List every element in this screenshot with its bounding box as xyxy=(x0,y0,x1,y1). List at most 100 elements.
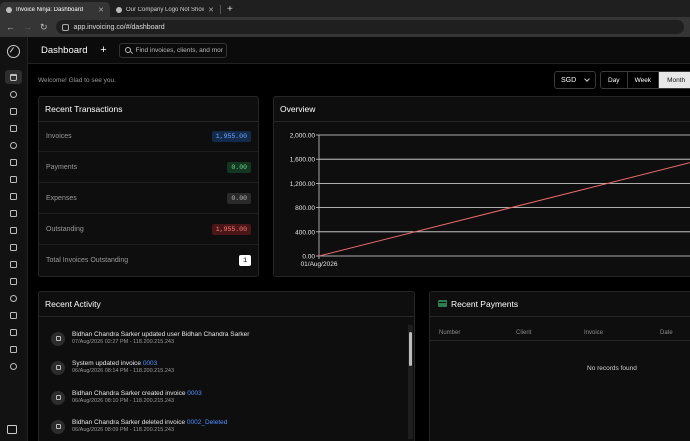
search-input[interactable] xyxy=(135,46,224,54)
activity-text: System updated invoice 0003 xyxy=(72,360,158,367)
empty-state-text: No records found xyxy=(587,365,637,372)
edit-icon xyxy=(10,345,17,353)
y-tick-label: 2,000.00 xyxy=(290,133,316,140)
purchase-order-icon xyxy=(10,260,17,268)
divider xyxy=(430,316,690,317)
payment-icon xyxy=(438,300,447,307)
back-icon[interactable]: ← xyxy=(6,22,15,32)
sidebar-item-documents[interactable] xyxy=(5,342,22,356)
app-sidebar xyxy=(0,37,28,441)
activity-scrollbar-thumb[interactable] xyxy=(409,332,412,366)
activity-icon xyxy=(51,331,65,346)
card-title: Overview xyxy=(280,104,316,114)
address-bar[interactable]: app.invoicing.co/#/dashboard xyxy=(55,20,684,34)
recent-activity-card: Recent Activity Bidhan Chandra Sarker up… xyxy=(38,291,415,441)
home-icon xyxy=(10,73,17,81)
add-button[interactable]: + xyxy=(96,43,110,57)
favicon-icon xyxy=(116,6,122,13)
sidebar-item-vendors[interactable] xyxy=(5,240,22,254)
clipboard-icon xyxy=(10,226,17,234)
activity-item: Bidhan Chandra Sarker created invoice 00… xyxy=(51,384,202,411)
card-title: Recent Transactions xyxy=(45,104,123,114)
currency-select[interactable]: SGD xyxy=(554,71,596,89)
y-tick-label: 1,200.00 xyxy=(290,181,316,188)
period-toggle: Day Week Month xyxy=(600,71,690,89)
sidebar-item-recurring-expenses[interactable] xyxy=(5,291,22,305)
sidebar-item-clients[interactable] xyxy=(5,87,22,101)
users-icon xyxy=(10,90,17,98)
column-header-client[interactable]: Client xyxy=(516,330,531,336)
app-logo-icon[interactable] xyxy=(7,45,20,58)
card-title: Recent Payments xyxy=(451,299,519,309)
transaction-row-expenses: Expenses 0.00 xyxy=(39,183,258,214)
column-header-number[interactable]: Number xyxy=(439,330,460,336)
activity-text: Bidhan Chandra Sarker updated user Bidha… xyxy=(72,331,250,338)
chart-icon xyxy=(10,328,17,336)
activity-text: Bidhan Chandra Sarker created invoice 00… xyxy=(72,390,202,397)
column-header-date[interactable]: Date xyxy=(660,330,673,336)
series-line xyxy=(318,162,690,257)
sidebar-item-settings[interactable] xyxy=(5,359,22,373)
tab-title: Our Company Logo Not Showi xyxy=(126,6,205,13)
transaction-row-payments: Payments 0.00 xyxy=(39,152,258,183)
y-tick-label: 800.00 xyxy=(295,205,315,212)
column-header-invoice[interactable]: Invoice xyxy=(584,330,603,336)
sidebar-item-transactions[interactable] xyxy=(5,308,22,322)
browser-nav-bar: ← → ↻ app.invoicing.co/#/dashboard xyxy=(0,17,690,37)
activity-item: System updated invoice 0003 06/Aug/2026 … xyxy=(51,354,174,381)
url-text: app.invoicing.co/#/dashboard xyxy=(73,23,165,31)
sidebar-item-tasks[interactable] xyxy=(5,223,22,237)
sidebar-item-reports[interactable] xyxy=(5,325,22,339)
search-box[interactable] xyxy=(119,42,228,58)
activity-link[interactable]: 0002_Deleted xyxy=(187,419,227,426)
collapse-sidebar-icon[interactable] xyxy=(7,425,17,434)
y-tick-label: 400.00 xyxy=(295,229,315,236)
sidebar-item-invoices[interactable] xyxy=(5,121,22,135)
row-value: 1,955.00 xyxy=(211,130,251,142)
period-day-button[interactable]: Day xyxy=(601,72,628,88)
sidebar-item-dashboard[interactable] xyxy=(5,70,22,84)
row-label: Outstanding xyxy=(46,225,84,233)
transaction-row-invoices: Invoices 1,955.00 xyxy=(39,121,258,152)
activity-icon xyxy=(51,390,65,405)
reload-icon[interactable]: ↻ xyxy=(40,22,48,33)
sidebar-item-quotes[interactable] xyxy=(5,172,22,186)
sidebar-item-credits[interactable] xyxy=(5,189,22,203)
browser-tab-bar: Invoice Ninja: Dashboard ✕ Our Company L… xyxy=(0,0,690,17)
browser-tab-dashboard[interactable]: Invoice Ninja: Dashboard ✕ xyxy=(0,2,110,17)
divider xyxy=(39,316,414,317)
close-icon[interactable]: ✕ xyxy=(98,6,104,14)
activity-item: Bidhan Chandra Sarker updated user Bidha… xyxy=(51,325,249,352)
files-icon xyxy=(10,192,17,200)
activity-text: Bidhan Chandra Sarker deleted invoice 00… xyxy=(72,419,228,426)
overview-card: Overview 0.00 400.00 800.00 1,200.00 1,600.0… xyxy=(273,96,690,277)
activity-link[interactable]: 0003 xyxy=(143,360,157,367)
sidebar-item-payments[interactable] xyxy=(5,155,22,169)
sidebar-item-products[interactable] xyxy=(5,104,22,118)
site-info-icon[interactable] xyxy=(61,23,69,31)
sidebar-item-expenses[interactable] xyxy=(5,274,22,288)
period-month-button[interactable]: Month xyxy=(659,72,690,88)
row-label: Total Invoices Outstanding xyxy=(46,257,129,264)
activity-meta: 07/Aug/2026 02:27 PM - 118.200.215.243 xyxy=(72,339,175,345)
briefcase-icon xyxy=(10,209,17,217)
forward-icon[interactable]: → xyxy=(23,22,32,32)
overview-chart: 0.00 400.00 800.00 1,200.00 1,600.00 2,000.00… xyxy=(290,133,690,268)
sidebar-item-projects[interactable] xyxy=(5,206,22,220)
chevron-down-icon xyxy=(584,76,590,82)
recent-transactions-card: Recent Transactions Invoices 1,955.00 Pa… xyxy=(38,96,259,277)
sidebar-item-recurring[interactable] xyxy=(5,138,22,152)
activity-meta: 06/Aug/2026 08:09 PM - 118.200.215.243 xyxy=(72,427,175,433)
period-week-button[interactable]: Week xyxy=(628,72,660,88)
activity-meta: 06/Aug/2026 08:14 PM - 118.200.215.243 xyxy=(72,368,175,374)
browser-tab-logo[interactable]: Our Company Logo Not Showi ✕ xyxy=(110,2,220,17)
y-tick-label: 0.00 xyxy=(302,254,315,261)
divider xyxy=(430,340,690,341)
sidebar-item-purchase-orders[interactable] xyxy=(5,257,22,271)
recent-payments-card: Recent Payments xyxy=(429,291,690,441)
close-icon[interactable]: ✕ xyxy=(208,6,214,14)
transaction-row-outstanding: Outstanding 1,955.00 xyxy=(39,214,258,245)
activity-link[interactable]: 0003 xyxy=(187,390,201,397)
new-tab-icon[interactable]: + xyxy=(221,4,239,17)
card-title: Recent Activity xyxy=(45,299,101,309)
